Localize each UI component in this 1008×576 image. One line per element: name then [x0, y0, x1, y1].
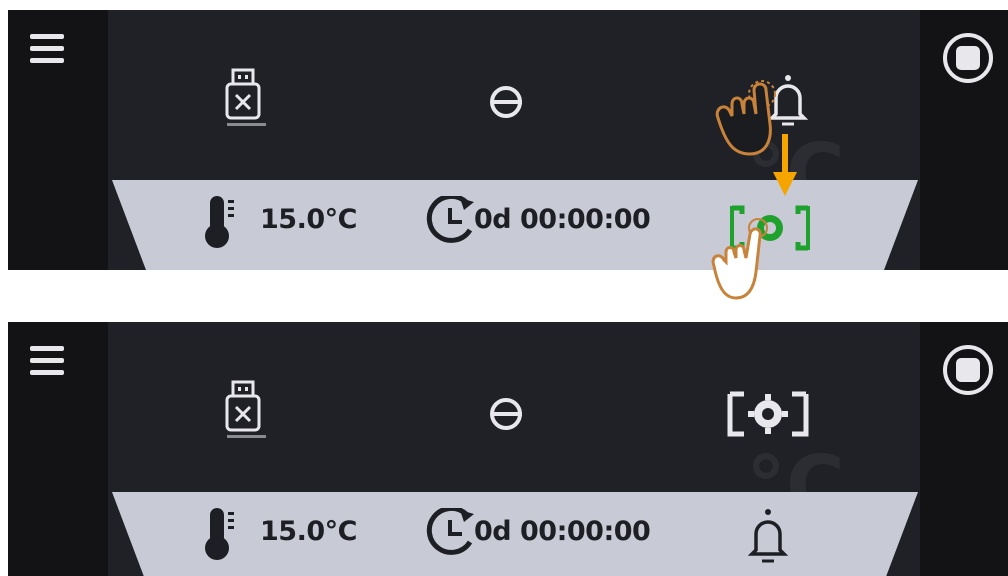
menu-icon[interactable] [30, 34, 64, 68]
stop-icon[interactable] [942, 344, 994, 396]
controller-screen-before: °C 15.0°C [8, 10, 1008, 270]
timer-value: 0d 00:00:00 [474, 204, 651, 235]
usb-eject-icon[interactable] [222, 380, 266, 444]
temperature-value: 15.0°C [260, 516, 357, 547]
usb-eject-icon[interactable] [222, 68, 266, 132]
menu-icon[interactable] [30, 346, 64, 380]
controller-screen-after: °C 15.0°C 0d 00:00:00 [8, 322, 1008, 576]
thermometer-icon [205, 508, 234, 560]
thermometer-icon [205, 196, 234, 248]
timer-value: 0d 00:00:00 [474, 516, 651, 547]
logout-icon[interactable] [486, 394, 544, 434]
settings-frame-icon[interactable] [726, 390, 810, 438]
hand-pointer-icon [715, 80, 776, 156]
stop-icon[interactable] [942, 32, 994, 84]
status-bar: 15.0°C 0d 00:00:00 [112, 492, 918, 576]
alarm-bell-icon[interactable] [748, 506, 788, 566]
hand-pointer-icon [711, 218, 768, 300]
temperature-value: 15.0°C [260, 204, 357, 235]
logout-icon[interactable] [486, 82, 544, 122]
